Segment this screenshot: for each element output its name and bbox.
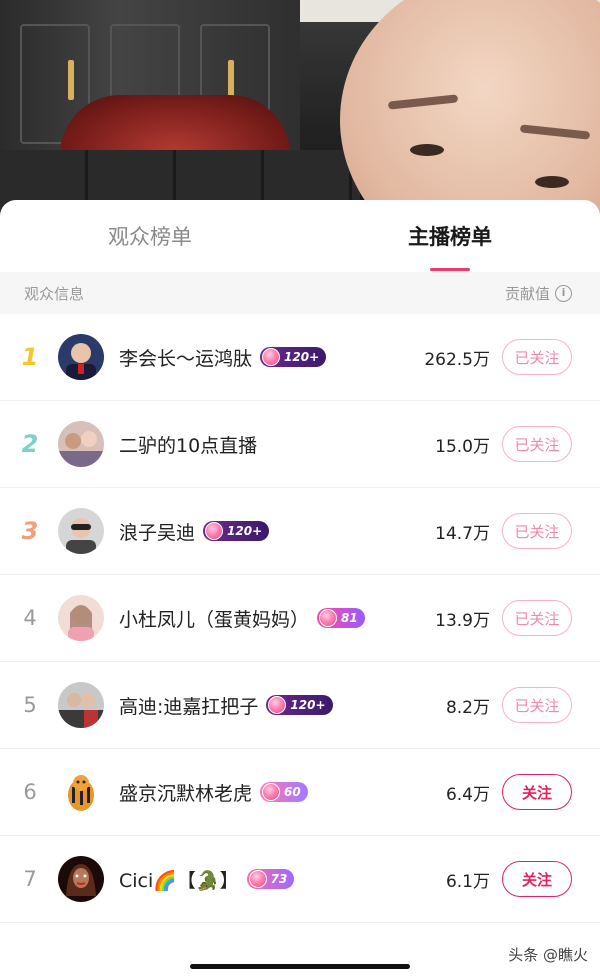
- ranking-row[interactable]: 4 小杜凤儿（蛋黄妈妈） 81 13.9万 已关注: [0, 575, 600, 662]
- ranking-row[interactable]: 7 Cici🌈【🐊】 73 6.1万 关注: [0, 836, 600, 923]
- followed-button[interactable]: 已关注: [502, 687, 572, 723]
- contribution-value: 8.2万: [445, 697, 490, 718]
- tab-bar: 观众榜单 主播榜单: [0, 200, 600, 272]
- avatar[interactable]: [58, 682, 104, 728]
- contribution-value: 13.9万: [435, 610, 490, 631]
- candle: [228, 60, 234, 100]
- rank-number: 6: [23, 780, 37, 804]
- avatar[interactable]: [58, 595, 104, 641]
- user-name[interactable]: 浪子吴迪: [119, 518, 195, 545]
- followed-button[interactable]: 已关注: [502, 513, 572, 549]
- gem-icon: [205, 522, 224, 540]
- rank-number: 2: [21, 430, 39, 458]
- active-tab-indicator: [430, 268, 470, 271]
- gem-icon: [262, 348, 281, 366]
- info-icon[interactable]: i: [555, 284, 572, 302]
- level-badge: 120+: [266, 695, 333, 715]
- rank-number: 7: [23, 867, 37, 891]
- contribution-value: 15.0万: [435, 436, 490, 457]
- ranking-row[interactable]: 6 盛京沉默林老虎 60 6.4万 关注: [0, 749, 600, 836]
- watermark: 头条 @瞧火: [508, 946, 588, 964]
- level-badge: 73: [246, 869, 295, 889]
- user-name[interactable]: 小杜凤儿（蛋黄妈妈）: [119, 605, 309, 632]
- contribution-value: 262.5万: [424, 349, 490, 370]
- contribution-value: 6.4万: [445, 784, 490, 805]
- candle: [68, 60, 74, 100]
- level-badge: 120+: [203, 521, 270, 541]
- rank-number: 4: [23, 606, 37, 630]
- followed-button[interactable]: 已关注: [502, 426, 572, 462]
- header-audience-info: 观众信息: [24, 284, 85, 303]
- contribution-value: 6.1万: [445, 871, 490, 892]
- avatar[interactable]: [58, 508, 104, 554]
- level-badge: 60: [260, 782, 308, 802]
- level-badge: 120+: [260, 347, 327, 367]
- ranking-row[interactable]: 2 二驴的10点直播 15.0万 已关注: [0, 401, 600, 488]
- rank-number: 5: [23, 693, 37, 717]
- user-name[interactable]: 二驴的10点直播: [119, 431, 257, 458]
- tab-streamer-ranking[interactable]: 主播榜单: [300, 200, 600, 272]
- user-name[interactable]: 盛京沉默林老虎: [119, 779, 252, 806]
- list-header: 观众信息 贡献值 i: [0, 272, 600, 314]
- header-contribution: 贡献值 i: [505, 283, 572, 304]
- gem-icon: [319, 609, 338, 627]
- ranking-row[interactable]: 1 李会长～运鸿肽 120+ 262.5万 已关注: [0, 314, 600, 401]
- tab-audience-ranking[interactable]: 观众榜单: [0, 200, 300, 272]
- level-badge: 81: [317, 608, 365, 628]
- ranking-list: 1 李会长～运鸿肽 120+ 262.5万 已关注 2 二驴的10点直播 15.…: [0, 314, 600, 923]
- gem-icon: [268, 696, 287, 714]
- rank-number: 3: [21, 517, 39, 545]
- home-indicator[interactable]: [190, 964, 410, 969]
- eye: [410, 144, 444, 156]
- rank-number: 1: [21, 343, 39, 371]
- gem-icon: [248, 870, 267, 888]
- user-name[interactable]: Cici🌈【🐊】: [119, 866, 239, 893]
- gem-icon: [262, 783, 281, 801]
- followed-button[interactable]: 已关注: [502, 600, 572, 636]
- ranking-row[interactable]: 3 浪子吴迪 120+ 14.7万 已关注: [0, 488, 600, 575]
- avatar[interactable]: [58, 856, 104, 902]
- follow-button[interactable]: 关注: [502, 861, 572, 897]
- avatar[interactable]: [58, 769, 104, 815]
- header-contribution-label: 贡献值: [504, 284, 550, 303]
- user-name[interactable]: 李会长～运鸿肽: [119, 344, 252, 371]
- contribution-value: 14.7万: [435, 523, 490, 544]
- avatar[interactable]: [58, 334, 104, 380]
- user-name[interactable]: 高迪:迪嘉扛把子: [119, 692, 258, 719]
- eye: [535, 176, 569, 188]
- ranking-sheet: 观众榜单 主播榜单 观众信息 贡献值 i 1 李会长～运鸿肽 120+ 262.…: [0, 200, 600, 980]
- followed-button[interactable]: 已关注: [502, 339, 572, 375]
- avatar[interactable]: [58, 421, 104, 467]
- follow-button[interactable]: 关注: [502, 774, 572, 810]
- ranking-row[interactable]: 5 高迪:迪嘉扛把子 120+ 8.2万 已关注: [0, 662, 600, 749]
